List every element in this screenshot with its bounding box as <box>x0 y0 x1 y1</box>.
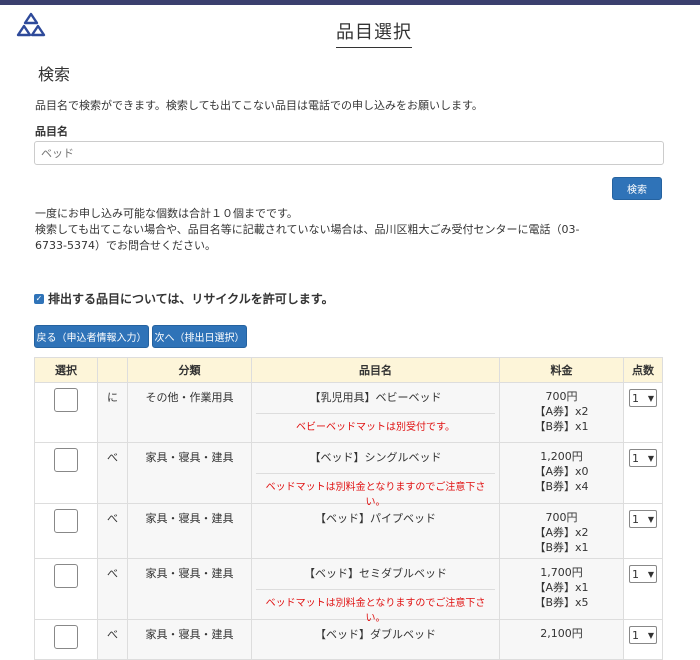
next-button[interactable]: 次へ（排出日選択） <box>152 325 247 348</box>
row-kana: べ <box>97 558 128 620</box>
row-ticket-b: 【B券】x4 <box>534 480 589 493</box>
table-row: に その他・作業用具 【乳児用具】ベビーベッド ベビーベッドマットは別受付です。… <box>34 382 663 443</box>
col-qty: 点数 <box>623 357 663 383</box>
table-header-row: 選択 分類 品目名 料金 点数 <box>34 357 663 383</box>
item-table: 選択 分類 品目名 料金 点数 に その他・作業用具 【乳児用具】ベビーベッド … <box>34 357 663 660</box>
row-ticket-a: 【A券】x2 <box>534 526 589 539</box>
search-button[interactable]: 検索 <box>612 177 662 200</box>
col-price: 料金 <box>499 357 624 383</box>
search-heading: 検索 <box>38 65 71 84</box>
chevron-down-icon: ▼ <box>647 630 654 640</box>
row-price: 700円 <box>545 390 578 403</box>
row-item-note: ベッドマットは別料金となりますのでご注意下さい。 <box>256 589 495 624</box>
row-category: その他・作業用具 <box>127 382 252 443</box>
page-title: 品目選択 <box>336 18 412 48</box>
row-category: 家具・寝具・建具 <box>127 442 252 504</box>
row-qty-select[interactable]: 1 ▼ <box>629 565 657 583</box>
row-price: 2,100円 <box>540 627 583 640</box>
notice-text: 一度にお申し込み可能な個数は合計１０個までです。 検索しても出てこない場合や、品… <box>35 206 635 254</box>
row-item-name: 【ベッド】セミダブルベッド <box>304 567 447 580</box>
row-ticket-a: 【A券】x2 <box>534 405 589 418</box>
row-item-name: 【ベッド】シングルベッド <box>309 451 442 464</box>
row-ticket-a: 【A券】x1 <box>534 581 589 594</box>
notice-line-1: 一度にお申し込み可能な個数は合計１０個までです。 <box>35 207 298 220</box>
row-select-checkbox[interactable] <box>54 388 78 412</box>
table-row: べ 家具・寝具・建具 【ベッド】セミダブルベッド ベッドマットは別料金となります… <box>34 558 663 624</box>
table-row: べ 家具・寝具・建具 【ベッド】パイプベッド 700円 【A券】x2 【B券】x… <box>34 503 663 559</box>
col-select: 選択 <box>34 357 98 383</box>
col-kana <box>97 357 128 383</box>
col-category: 分類 <box>127 357 252 383</box>
logo-icon <box>16 12 46 37</box>
row-qty-select[interactable]: 1 ▼ <box>629 449 657 467</box>
recycle-label: 排出する品目については、リサイクルを許可します。 <box>48 292 334 306</box>
table-row: べ 家具・寝具・建具 【ベッド】シングルベッド ベッドマットは別料金となりますの… <box>34 442 663 508</box>
row-qty-select[interactable]: 1 ▼ <box>629 510 657 528</box>
notice-line-3: 6733-5374）でお問合せください。 <box>35 239 216 252</box>
row-price: 1,700円 <box>540 566 583 579</box>
col-name: 品目名 <box>251 357 500 383</box>
row-category: 家具・寝具・建具 <box>127 619 252 660</box>
row-select-checkbox[interactable] <box>54 625 78 649</box>
recycle-consent[interactable]: ✓ 排出する品目については、リサイクルを許可します。 <box>34 290 334 307</box>
row-qty-select[interactable]: 1 ▼ <box>629 626 657 644</box>
chevron-down-icon: ▼ <box>647 514 654 524</box>
row-item-note: ベッドマットは別料金となりますのでご注意下さい。 <box>256 473 495 508</box>
table-row: べ 家具・寝具・建具 【ベッド】ダブルベッド 2,100円 1 ▼ <box>34 619 663 660</box>
row-kana: に <box>97 382 128 443</box>
row-ticket-b: 【B券】x1 <box>534 541 589 554</box>
chevron-down-icon: ▼ <box>647 569 654 579</box>
top-bar <box>0 0 700 5</box>
row-item-name: 【乳児用具】ベビーベッド <box>309 391 442 404</box>
row-item-name: 【ベッド】パイプベッド <box>315 512 436 525</box>
row-ticket-a: 【A券】x0 <box>534 465 589 478</box>
item-name-label: 品目名 <box>35 125 68 138</box>
row-kana: べ <box>97 442 128 504</box>
recycle-checkbox[interactable]: ✓ <box>34 293 44 304</box>
row-qty-select[interactable]: 1 ▼ <box>629 389 657 407</box>
chevron-down-icon: ▼ <box>647 393 654 403</box>
row-select-checkbox[interactable] <box>54 564 78 588</box>
row-item-note: ベビーベッドマットは別受付です。 <box>256 413 495 433</box>
chevron-down-icon: ▼ <box>647 453 654 463</box>
row-price: 700円 <box>545 511 578 524</box>
item-name-input[interactable] <box>34 141 664 165</box>
row-ticket-b: 【B券】x5 <box>534 596 589 609</box>
row-kana: べ <box>97 503 128 559</box>
row-select-checkbox[interactable] <box>54 448 78 472</box>
search-description: 品目名で検索ができます。検索しても出てこない品目は電話での申し込みをお願いします… <box>35 99 483 112</box>
row-item-name: 【ベッド】ダブルベッド <box>315 628 436 641</box>
notice-line-2: 検索しても出てこない場合や、品目名等に記載されていない場合は、品川区粗大ごみ受付… <box>35 223 580 236</box>
row-kana: べ <box>97 619 128 660</box>
row-select-checkbox[interactable] <box>54 509 78 533</box>
back-button[interactable]: 戻る（申込者情報入力） <box>34 325 149 348</box>
row-price: 1,200円 <box>540 450 583 463</box>
row-category: 家具・寝具・建具 <box>127 558 252 620</box>
row-ticket-b: 【B券】x1 <box>534 420 589 433</box>
row-category: 家具・寝具・建具 <box>127 503 252 559</box>
